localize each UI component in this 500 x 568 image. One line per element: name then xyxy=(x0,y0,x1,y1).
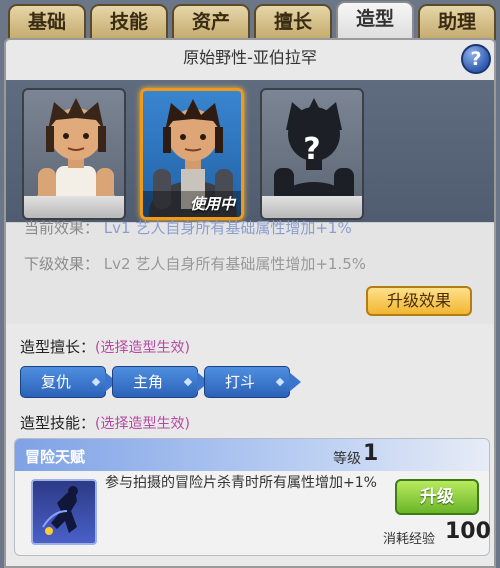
skill-header: 冒险天赋 等级 1 xyxy=(15,439,489,471)
next-effect: 下级效果： Lv2 艺人自身所有基础属性增加+1.5% xyxy=(24,253,366,274)
specialty-label: 造型擅长：(选择造型生效) xyxy=(20,336,190,357)
tab-assets[interactable]: 资产 xyxy=(172,4,250,40)
card-footer xyxy=(262,196,362,218)
skill-level-value: 1 xyxy=(363,441,379,466)
in-use-badge: 使用中 xyxy=(189,195,235,213)
tab-bar: 基础 技能 资产 擅长 造型 助理 xyxy=(0,0,500,41)
specialty-tag: 主角 xyxy=(112,366,209,398)
skill-adventure-icon xyxy=(31,479,97,545)
skill-upgrade-button[interactable]: 升级 xyxy=(395,479,479,515)
outfit-card-3-locked[interactable]: ? xyxy=(260,88,364,220)
tab-assistant[interactable]: 助理 xyxy=(418,4,496,40)
skill-section-hint: (选择造型生效) xyxy=(95,416,190,432)
skill-description: 参与拍摄的冒险片杀青时所有属性增加+1% xyxy=(105,475,377,491)
locked-question-mark: ? xyxy=(303,132,321,167)
specialty-tag-label: 复仇 xyxy=(41,373,72,391)
question-mark-icon: ? xyxy=(470,48,482,70)
specialty-tag: 复仇 xyxy=(20,366,117,398)
specialty-title: 造型擅长： xyxy=(20,338,96,356)
current-effect: 当前效果： Lv1 艺人自身所有基础属性增加+1% xyxy=(24,217,352,238)
adventure-silhouette-icon xyxy=(42,486,78,535)
specialty-hint: (选择造型生效) xyxy=(95,340,190,356)
tag-dot-icon xyxy=(183,377,193,387)
cost-label: 消耗经验 xyxy=(383,532,436,547)
tab-basic[interactable]: 基础 xyxy=(8,4,86,40)
card-footer xyxy=(24,196,124,218)
upgrade-effect-button[interactable]: 升级效果 xyxy=(366,286,472,316)
panel-title: 原始野性-亚伯拉罕 xyxy=(183,48,317,67)
tag-dot-icon xyxy=(91,377,101,387)
specialty-tag-label: 打斗 xyxy=(225,373,256,391)
outfit-card-1[interactable] xyxy=(22,88,126,220)
tab-specialty[interactable]: 擅长 xyxy=(254,4,332,40)
cost-value: 100 xyxy=(445,519,491,544)
current-effect-value: Lv1 艺人自身所有基础属性增加+1% xyxy=(103,219,352,237)
outfit-card-2[interactable]: 使用中 xyxy=(140,88,244,220)
next-effect-label: 下级效果： xyxy=(24,255,100,273)
tag-dot-icon xyxy=(275,377,285,387)
specialty-tag: 打斗 xyxy=(204,366,301,398)
current-effect-label: 当前效果： xyxy=(24,219,100,237)
tab-styling[interactable]: 造型 xyxy=(336,1,414,41)
styling-panel: 原始野性-亚伯拉罕 ? 使用中 ? 当前效果： Lv1 艺人自身所有基础属性增加… xyxy=(4,38,496,568)
tab-skills[interactable]: 技能 xyxy=(90,4,168,40)
skill-section-title: 造型技能： xyxy=(20,414,96,432)
next-effect-value: Lv2 艺人自身所有基础属性增加+1.5% xyxy=(103,255,367,273)
skill-name: 冒险天赋 xyxy=(25,448,86,466)
skill-section-label: 造型技能：(选择造型生效) xyxy=(20,412,190,433)
help-button[interactable]: ? xyxy=(461,44,491,74)
specialty-tag-label: 主角 xyxy=(133,373,164,391)
skill-level-label: 等级 xyxy=(333,451,361,467)
skill-card: 冒险天赋 等级 1 参与拍摄的冒险片杀青时所有属性增加+1% 升级 消耗经验 1… xyxy=(14,438,491,556)
